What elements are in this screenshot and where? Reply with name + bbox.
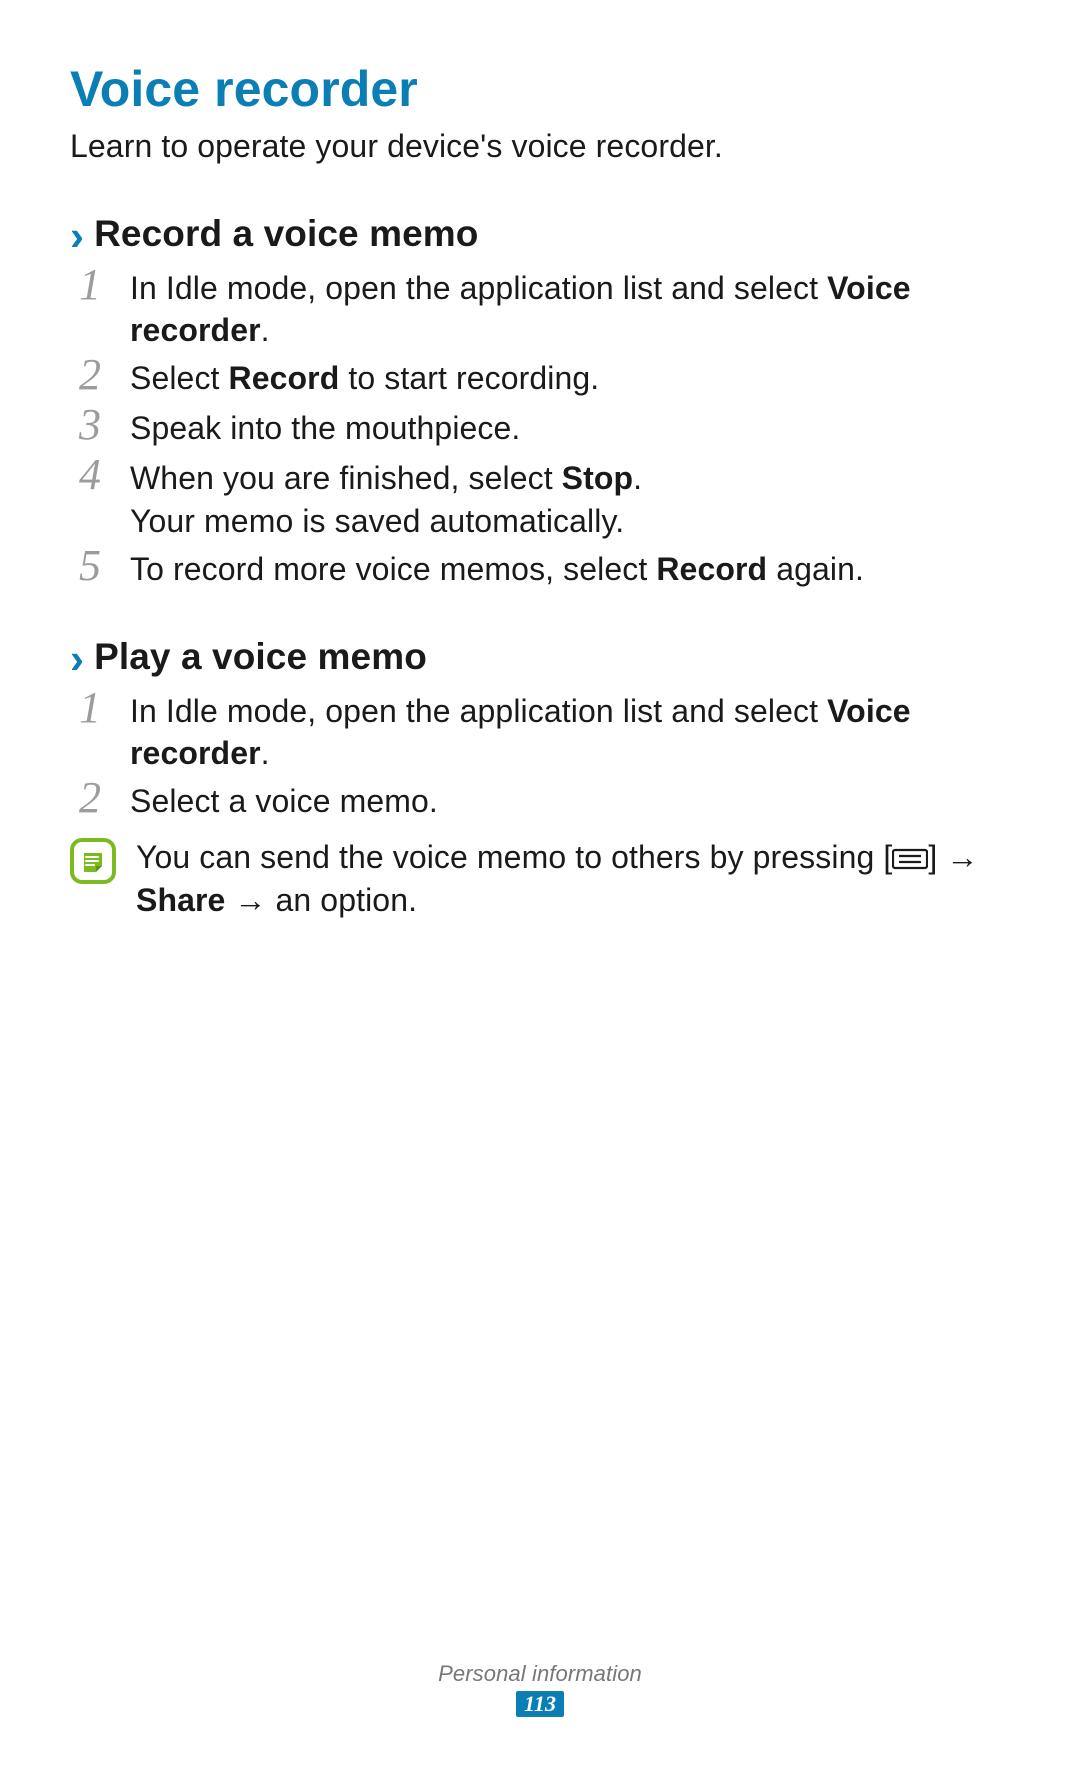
text: to start recording. (339, 360, 599, 396)
step-text: Speak into the mouthpiece. (130, 407, 1010, 449)
text: . (633, 460, 642, 496)
text: . (261, 735, 270, 771)
footer-category: Personal information (0, 1661, 1080, 1687)
text: In Idle mode, open the application list … (130, 693, 827, 729)
page-footer: Personal information 113 (0, 1661, 1080, 1717)
step-text: Select a voice memo. (130, 780, 1010, 822)
step-row: 3 Speak into the mouthpiece. (70, 407, 1010, 451)
page-title: Voice recorder (70, 60, 1010, 118)
menu-key-icon (892, 847, 928, 871)
bold-text: Record (656, 551, 767, 587)
step-number: 4 (70, 453, 110, 497)
text: ] → (928, 839, 978, 875)
step-number: 5 (70, 544, 110, 588)
text: When you are finished, select (130, 460, 562, 496)
bold-text: Stop (562, 460, 634, 496)
subsection-heading-record: › Record a voice memo (70, 213, 1010, 255)
step-row: 2 Select a voice memo. (70, 780, 1010, 824)
step-number: 1 (70, 686, 110, 730)
step-row: 1 In Idle mode, open the application lis… (70, 690, 1010, 774)
step-text: Select Record to start recording. (130, 357, 1010, 399)
tip-row: You can send the voice memo to others by… (70, 836, 1010, 920)
text: In Idle mode, open the application list … (130, 270, 827, 306)
step-row: 5 To record more voice memos, select Rec… (70, 548, 1010, 592)
subsection-heading-play: › Play a voice memo (70, 636, 1010, 678)
step-text: In Idle mode, open the application list … (130, 267, 1010, 351)
bold-text: Record (229, 360, 340, 396)
manual-page: Voice recorder Learn to operate your dev… (0, 0, 1080, 1771)
text: → an option. (225, 882, 417, 918)
step-number: 1 (70, 263, 110, 307)
step-number: 2 (70, 776, 110, 820)
tip-text: You can send the voice memo to others by… (136, 836, 1010, 920)
text: Your memo is saved automatically. (130, 503, 624, 539)
step-text: To record more voice memos, select Recor… (130, 548, 1010, 590)
step-row: 4 When you are finished, select Stop. Yo… (70, 457, 1010, 541)
chevron-right-icon: › (70, 215, 84, 257)
step-row: 1 In Idle mode, open the application lis… (70, 267, 1010, 351)
page-number: 113 (516, 1691, 564, 1717)
subsection-title: Record a voice memo (94, 213, 478, 255)
intro-text: Learn to operate your device's voice rec… (70, 128, 1010, 165)
step-row: 2 Select Record to start recording. (70, 357, 1010, 401)
text: To record more voice memos, select (130, 551, 656, 587)
subsection-title: Play a voice memo (94, 636, 427, 678)
text: Select (130, 360, 229, 396)
step-text: In Idle mode, open the application list … (130, 690, 1010, 774)
text: again. (767, 551, 864, 587)
step-number: 3 (70, 403, 110, 447)
bold-text: Share (136, 882, 225, 918)
note-icon (70, 838, 116, 884)
text: You can send the voice memo to others by… (136, 839, 892, 875)
chevron-right-icon: › (70, 638, 84, 680)
step-number: 2 (70, 353, 110, 397)
text: . (261, 312, 270, 348)
step-text: When you are finished, select Stop. Your… (130, 457, 1010, 541)
